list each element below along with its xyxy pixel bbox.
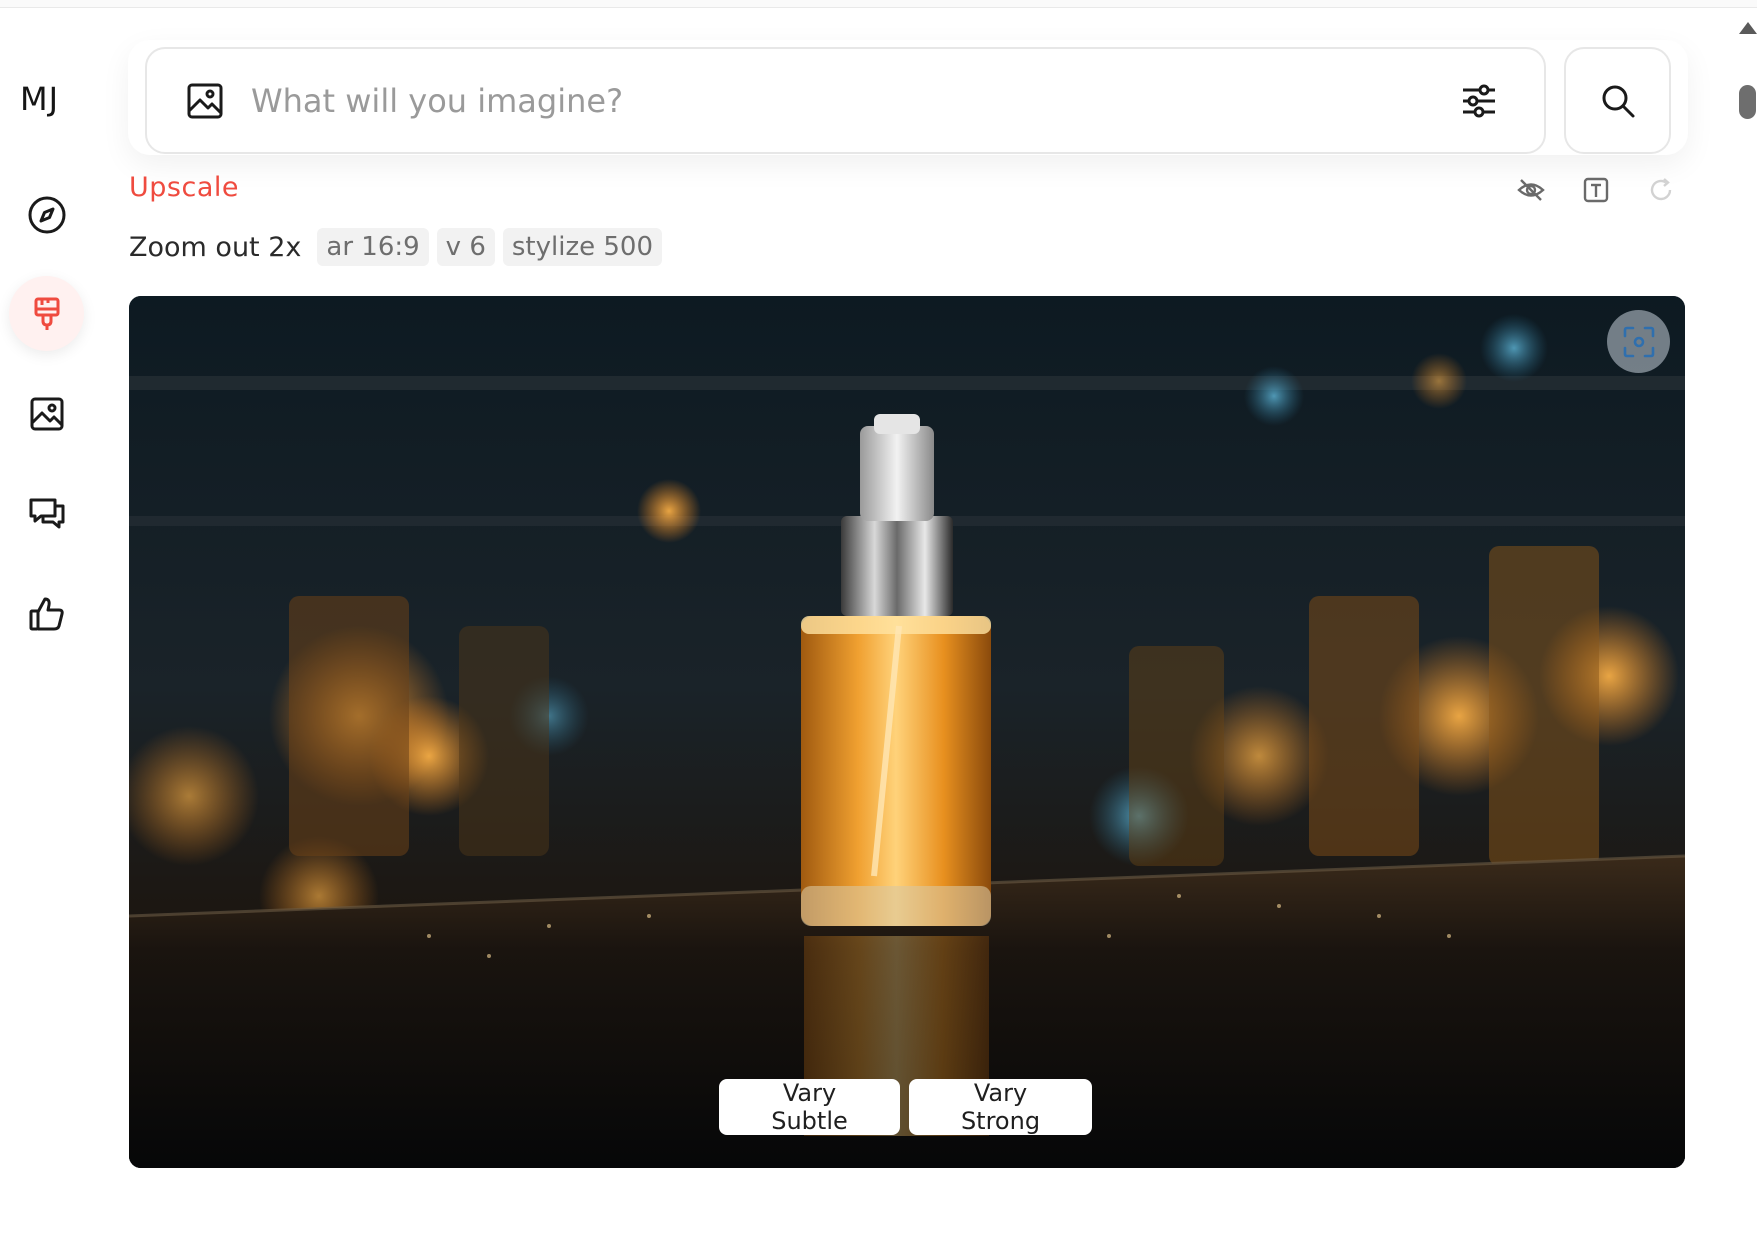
paintbrush-icon	[34, 297, 59, 330]
perfume-bottle-image	[129, 296, 1685, 1168]
vary-subtle-button[interactable]: Vary Subtle	[719, 1079, 900, 1135]
sliders-icon	[1463, 84, 1495, 118]
sidebar-item-chat[interactable]	[9, 476, 84, 551]
scrollbar-thumb[interactable]	[1739, 85, 1756, 119]
search-icon	[1602, 85, 1634, 117]
image-icon	[30, 397, 63, 430]
tag-aspect-ratio[interactable]: ar 16:9	[317, 228, 429, 266]
compass-icon	[28, 196, 65, 233]
rerun-button[interactable]	[1646, 175, 1676, 205]
prompt-input[interactable]	[251, 73, 1431, 129]
tag-version[interactable]: v 6	[436, 228, 495, 266]
scrollbar-up-arrow[interactable]	[1739, 22, 1757, 34]
fullscreen-button[interactable]	[1607, 310, 1670, 373]
text-icon	[1583, 177, 1609, 203]
focus-icon	[1623, 326, 1654, 357]
job-action-label: Upscale	[129, 172, 239, 203]
eye-slash-icon	[1517, 179, 1545, 201]
sidebar-item-create[interactable]	[9, 276, 84, 351]
image-upload-icon[interactable]	[185, 81, 225, 121]
generated-image[interactable]: Vary Subtle Vary Strong	[129, 296, 1685, 1168]
app-logo[interactable]: MJ	[20, 80, 59, 118]
sidebar-item-organize[interactable]	[9, 376, 84, 451]
sidebar-item-rate[interactable]	[9, 576, 84, 651]
vary-strong-button[interactable]: Vary Strong	[909, 1079, 1092, 1135]
settings-button[interactable]	[1457, 79, 1501, 123]
prompt-bar[interactable]	[145, 47, 1546, 154]
hide-button[interactable]	[1516, 175, 1546, 205]
top-border	[0, 0, 1757, 8]
sidebar: MJ	[0, 0, 100, 1235]
job-label: Zoom out 2x	[129, 231, 302, 263]
job-tags-row: Zoom out 2x ar 16:9 v 6 stylize 500	[129, 228, 662, 266]
refresh-icon	[1650, 178, 1672, 201]
sidebar-item-explore[interactable]	[9, 177, 84, 252]
thumbs-up-icon	[29, 597, 64, 630]
tag-stylize[interactable]: stylize 500	[502, 228, 662, 266]
chat-bubbles-icon	[29, 498, 64, 528]
search-button[interactable]	[1564, 47, 1671, 154]
use-text-button[interactable]	[1581, 175, 1611, 205]
